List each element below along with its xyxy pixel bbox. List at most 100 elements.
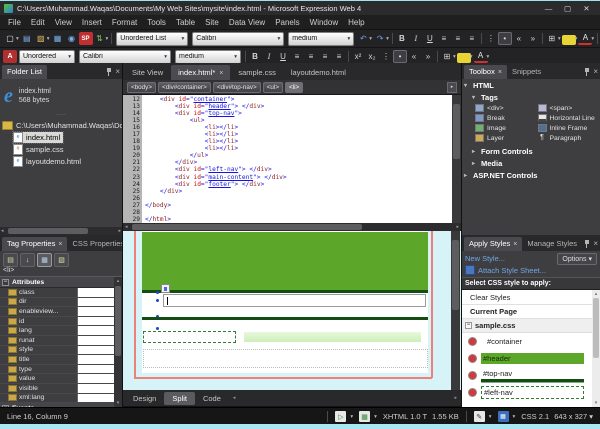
attribute-row-lang[interactable]: lang — [0, 326, 122, 336]
justify-icon-2[interactable]: ≡ — [332, 50, 346, 63]
menu-tools[interactable]: Tools — [142, 18, 171, 27]
font-color-icon[interactable]: A — [578, 33, 592, 45]
attribute-row-style[interactable]: style — [0, 346, 122, 356]
file-layoutdemo-html[interactable]: elayoutdemo.html — [13, 156, 122, 167]
attribute-row-dir[interactable]: dir — [0, 298, 122, 308]
style-item-container[interactable]: #container — [462, 333, 592, 350]
attribute-row-type[interactable]: type — [0, 365, 122, 375]
style-dropdown[interactable]: Unordered List▾ — [116, 32, 188, 46]
scroll-right-icon[interactable]: ▸ — [118, 227, 121, 235]
attribute-row-enableview[interactable]: enableview... — [0, 307, 122, 317]
crumb-div-top-nav[interactable]: <div#top-nav> — [213, 82, 261, 93]
menu-insert[interactable]: Insert — [77, 18, 107, 27]
style-item-left-nav[interactable]: #left-nav — [462, 384, 592, 401]
close-icon[interactable]: × — [593, 240, 598, 248]
chevron-down-icon[interactable]: ▾ — [487, 54, 490, 60]
decrease-indent-icon-2[interactable]: « — [407, 50, 421, 63]
design-vscrollbar[interactable] — [451, 231, 460, 390]
collapse-icon[interactable]: − — [465, 322, 472, 329]
minimize-button[interactable]: — — [539, 2, 558, 15]
code-editor[interactable]: <div id="container"> <div id="header"> <… — [142, 95, 452, 223]
view-tab-code[interactable]: Code — [195, 392, 229, 405]
compatibility-icon[interactable]: ▦ — [498, 411, 509, 422]
font-size-dropdown-2[interactable]: medium▾ — [175, 50, 241, 64]
publish-icon[interactable]: ⇅ — [93, 32, 107, 45]
chevron-down-icon[interactable]: ▾ — [47, 36, 50, 42]
design-main-content-block[interactable] — [244, 332, 421, 342]
chevron-down-icon[interactable]: ▾ — [489, 414, 492, 420]
new-document-icon[interactable]: ▢ — [3, 32, 17, 45]
chevron-down-icon[interactable]: ▾ — [470, 54, 473, 60]
font-color-icon-2[interactable]: A — [474, 51, 488, 63]
menu-format[interactable]: Format — [107, 18, 142, 27]
attribute-row-value[interactable]: value — [0, 374, 122, 384]
scroll-right-icon[interactable]: ▸ — [456, 223, 459, 231]
crumb-ul[interactable]: <ul> — [263, 82, 283, 93]
italic-icon[interactable]: I — [409, 32, 423, 45]
attribute-row-runat[interactable]: runat — [0, 336, 122, 346]
design-header-block[interactable] — [142, 232, 428, 290]
file-sample-css[interactable]: #sample.css — [13, 144, 122, 155]
design-hscrollbar[interactable]: ◂ ▸ — [231, 394, 459, 402]
bullets-icon[interactable]: • — [498, 32, 512, 45]
li-tag-badge[interactable] — [161, 284, 170, 293]
tab-tag-properties[interactable]: Tag Properties× — [2, 237, 67, 251]
menu-edit[interactable]: Edit — [26, 18, 50, 27]
toolbox-group-tags[interactable]: ▾ Tags — [462, 91, 600, 103]
borders-icon-2[interactable]: ⊞ — [440, 50, 454, 63]
superpreview-icon[interactable]: SP — [79, 32, 93, 45]
open-site-icon[interactable]: ▤ — [20, 32, 34, 45]
close-icon[interactable]: × — [593, 68, 598, 76]
align-right-icon[interactable]: ≡ — [465, 32, 479, 45]
toolbox-item-inline-frame[interactable]: Inline Frame — [538, 124, 600, 132]
tab-snippets[interactable]: Snippets — [507, 65, 546, 79]
style-item-header[interactable]: #header — [462, 350, 592, 367]
page-size-indicator[interactable]: 643 x 327 ▾ — [554, 412, 593, 421]
superscript-icon[interactable]: x² — [351, 50, 365, 63]
tab-folder-list[interactable]: Folder List — [2, 65, 47, 79]
toolbox-group-asp-net-controls[interactable]: ▸ASP.NET Controls — [462, 169, 600, 181]
code-view[interactable]: 121314151617181920212223242526272829 <di… — [123, 95, 461, 223]
font-family-dropdown[interactable]: Calibri▾ — [192, 32, 284, 46]
undo-icon[interactable]: ↶ — [356, 32, 370, 45]
italic-icon-2[interactable]: I — [262, 50, 276, 63]
chevron-down-icon[interactable]: ▾ — [513, 414, 516, 420]
chevron-down-icon[interactable]: ▾ — [16, 36, 19, 42]
alphabetical-view-icon[interactable]: ↓ — [20, 253, 35, 267]
doctype-indicator[interactable]: XHTML 1.0 T — [383, 412, 427, 421]
tab-site-view[interactable]: Site View — [125, 65, 170, 80]
decrease-indent-icon[interactable]: « — [512, 32, 526, 45]
toolbox-item-image[interactable]: Image — [475, 124, 538, 132]
scrollbar-thumb[interactable] — [132, 224, 362, 230]
toolbox-item-paragraph[interactable]: ¶Paragraph — [538, 134, 600, 142]
highlight-icon-2[interactable]: ▂ — [457, 53, 471, 63]
scroll-right-icon[interactable]: ▸ — [454, 394, 457, 402]
toolbox-item-horizontal-line[interactable]: Horizontal Line — [538, 114, 600, 122]
view-tab-design[interactable]: Design — [125, 392, 164, 405]
toolbox-group-html[interactable]: ▾ HTML — [462, 79, 600, 91]
numbering-icon-2[interactable]: ⋮ — [379, 50, 393, 63]
design-page[interactable] — [142, 231, 428, 373]
tab-layoutdemo-html[interactable]: layoutdemo.html — [284, 65, 353, 80]
scroll-up-icon[interactable]: ▴ — [592, 290, 600, 298]
bold-icon-2[interactable]: B — [248, 50, 262, 63]
underline-icon[interactable]: U — [423, 32, 437, 45]
stylesheet-group[interactable]: −sample.css — [462, 319, 592, 333]
menu-file[interactable]: File — [3, 18, 26, 27]
visual-aids-icon[interactable]: ▷ — [335, 411, 346, 422]
chevron-down-icon[interactable]: ▾ — [575, 36, 578, 42]
tag-properties-vscrollbar[interactable]: ▴ ▾ — [114, 277, 122, 407]
style-item-top-nav[interactable]: #top-nav — [462, 367, 592, 384]
file-size-indicator[interactable]: 1.55 KB — [432, 412, 459, 421]
close-icon[interactable]: × — [513, 241, 517, 248]
scroll-down-icon[interactable]: ▾ — [592, 399, 600, 407]
chevron-down-icon[interactable]: ▾ — [350, 414, 353, 420]
options-button[interactable]: Options ▾ — [557, 253, 597, 265]
toolbox-item-break[interactable]: Break — [475, 114, 538, 122]
scrollbar-thumb[interactable] — [593, 298, 599, 358]
categorized-view-icon[interactable]: ▤ — [3, 253, 18, 267]
tab-apply-styles[interactable]: Apply Styles× — [464, 237, 522, 251]
borders-icon[interactable]: ⊞ — [545, 32, 559, 45]
pin-icon[interactable] — [106, 68, 112, 76]
selected-list-item[interactable] — [163, 294, 426, 307]
